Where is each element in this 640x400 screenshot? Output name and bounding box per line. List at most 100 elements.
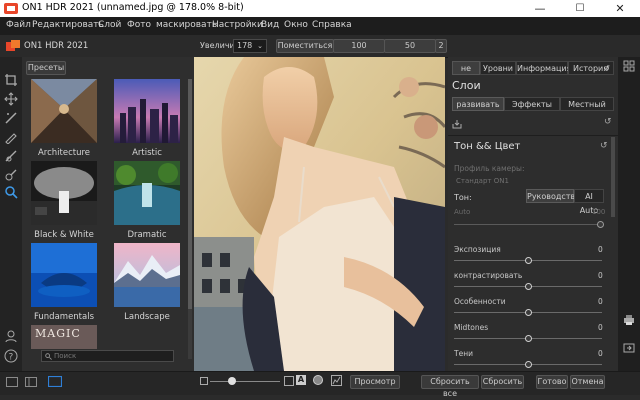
slider-knob[interactable] [525, 335, 532, 342]
search-placeholder: Поиск [54, 352, 77, 360]
move-icon[interactable] [4, 92, 18, 106]
reset-all-icon[interactable]: ↺ [604, 117, 612, 127]
menu-view[interactable]: Вид [261, 20, 279, 30]
zoom-out-icon[interactable] [200, 377, 208, 385]
preset-label: Architecture [37, 148, 91, 158]
help-icon[interactable]: ? [4, 349, 18, 363]
presets-scrollbar[interactable] [188, 79, 192, 359]
menu-help[interactable]: Справка [312, 20, 352, 30]
user-icon[interactable] [4, 329, 18, 343]
presets-tab[interactable]: Пресеты [26, 61, 66, 75]
cancel-button[interactable]: Отмена [570, 375, 605, 389]
print-icon[interactable] [623, 314, 635, 326]
text-overlay-button[interactable]: A [296, 375, 306, 385]
tab-info[interactable]: Информация [516, 61, 571, 75]
slider-value[interactable]: 0 [598, 349, 603, 358]
photo-preview [194, 57, 445, 371]
preset-dramatic-thumb[interactable] [114, 161, 180, 225]
black-white-image [31, 161, 97, 225]
menu-photo[interactable]: Фото [127, 20, 151, 30]
architecture-image [31, 79, 97, 143]
panel-scroll-thumb[interactable] [611, 137, 615, 217]
preview-button[interactable]: Просмотр [350, 375, 400, 389]
search-icon [45, 353, 52, 360]
mask-view-icon[interactable] [313, 375, 323, 385]
save-preset-icon[interactable] [452, 119, 462, 129]
slider-label: Экспозиция [454, 245, 501, 254]
tab-history[interactable]: История ↺ [568, 61, 614, 75]
mask-brush-icon[interactable] [4, 149, 18, 163]
app-logo-icon [4, 3, 18, 14]
zoom-50-button[interactable]: 50 [384, 39, 436, 53]
menu-layer[interactable]: Слой [98, 20, 121, 30]
maximize-button[interactable]: ☐ [560, 0, 600, 17]
panel-toggle-icon[interactable] [6, 377, 18, 387]
preset-magic-thumb[interactable]: MAGIC [31, 325, 97, 349]
minimize-button[interactable]: — [520, 0, 560, 17]
tab-local[interactable]: Местный [560, 97, 614, 111]
crop-icon[interactable] [4, 73, 18, 87]
menu-edit[interactable]: Редактировать [32, 20, 104, 30]
zoom-select[interactable]: 178 ⌄ [233, 39, 267, 53]
retouch-icon[interactable] [4, 168, 18, 182]
on1-logo-icon [6, 40, 20, 51]
menu-file[interactable]: Файл [6, 20, 31, 30]
bottom-bar: A Просмотр Сбросить все Сбросить Готово … [0, 371, 640, 398]
slider-knob[interactable] [525, 309, 532, 316]
tab-effects[interactable]: Эффекты [504, 97, 560, 111]
preset-architecture-thumb[interactable] [31, 79, 97, 143]
menu-window[interactable]: Окно [284, 20, 308, 30]
slider-value[interactable]: 0 [598, 245, 603, 254]
slider-value[interactable]: 0 [598, 323, 603, 332]
filmstrip-icon[interactable] [48, 376, 62, 387]
export-icon[interactable] [623, 342, 635, 354]
title-bar: ON1 HDR 2021 (unnamed.jpg @ 178.0% 8-bit… [0, 0, 640, 17]
slider-knob[interactable] [525, 361, 532, 368]
compare-icon[interactable] [25, 377, 37, 387]
preset-fundamentals-thumb[interactable] [31, 243, 97, 307]
close-button[interactable]: ✕ [600, 0, 640, 17]
tab-develop[interactable]: развивать [452, 97, 504, 111]
presets-scroll-thumb[interactable] [188, 79, 192, 309]
preset-search-input[interactable]: Поиск [41, 350, 174, 362]
slider-knob[interactable] [525, 257, 532, 264]
menu-settings[interactable]: Настройки [212, 20, 263, 30]
tab-navigator[interactable]: не [452, 61, 480, 75]
section-reset-icon[interactable]: ↺ [600, 141, 608, 151]
histogram-icon[interactable] [331, 375, 342, 386]
brush-icon[interactable] [4, 130, 18, 144]
zoom-slider-knob[interactable] [228, 377, 236, 385]
grid-icon[interactable] [623, 60, 635, 72]
auto-value: 100 [592, 208, 606, 216]
zoom-tool-icon[interactable] [4, 185, 18, 199]
preset-magic-text: MAGIC [35, 327, 81, 340]
camera-profile-label: Профиль камеры: [454, 164, 525, 173]
presets-panel: Пресеты Architecture Artistic Black & Wh… [22, 57, 194, 371]
auto-slider-knob[interactable] [597, 221, 604, 228]
preset-landscape-thumb[interactable] [114, 243, 180, 307]
tab-levels[interactable]: Уровни [480, 61, 516, 75]
zoom-100-button[interactable]: 100 [333, 39, 385, 53]
adjust-brush-icon[interactable] [4, 111, 18, 125]
reset-all-button[interactable]: Сбросить все [421, 375, 479, 398]
zoom-25-button[interactable]: 2 [435, 39, 447, 53]
divider [448, 135, 618, 136]
slider-knob[interactable] [525, 283, 532, 290]
slider-value[interactable]: 0 [598, 271, 603, 280]
zoom-slider-track[interactable] [210, 381, 280, 382]
preset-artistic-thumb[interactable] [114, 79, 180, 143]
menu-mask[interactable]: маскировать [156, 20, 217, 30]
tone-manual-button[interactable]: Руководство [526, 189, 580, 203]
fit-button[interactable]: Поместиться [276, 39, 334, 53]
history-arrow-icon: ↺ [603, 64, 610, 73]
done-button[interactable]: Готово [536, 375, 568, 389]
fundamentals-image [31, 243, 97, 307]
preset-bw-thumb[interactable] [31, 161, 97, 225]
auto-slider-track[interactable] [454, 224, 602, 225]
slider-value[interactable]: 0 [598, 297, 603, 306]
camera-profile-value[interactable]: Стандарт ON1 [456, 177, 509, 185]
zoom-in-icon[interactable] [284, 376, 294, 386]
reset-button[interactable]: Сбросить [481, 375, 524, 389]
tone-ai-auto-button[interactable]: AI Auto [574, 189, 604, 215]
image-canvas[interactable] [194, 57, 445, 371]
